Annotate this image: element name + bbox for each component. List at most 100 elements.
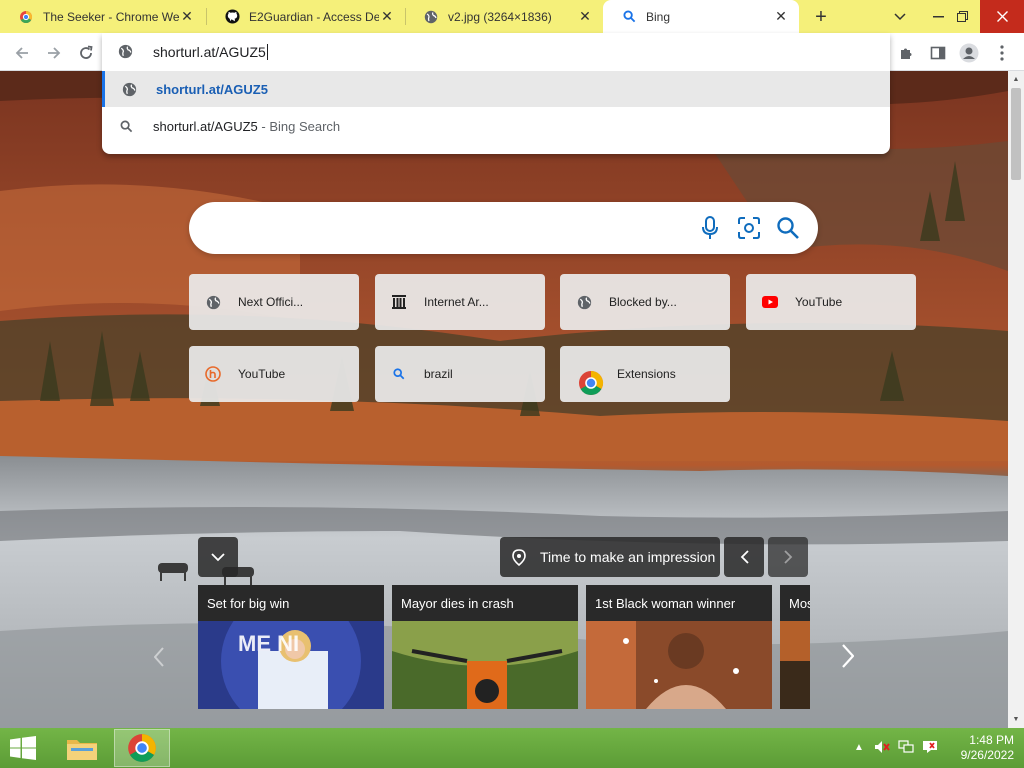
forward-icon[interactable]: [40, 39, 68, 67]
tab-close-icon[interactable]: ✕: [577, 8, 593, 25]
new-tab-button[interactable]: +: [808, 4, 834, 30]
youtube-icon: [762, 294, 778, 310]
windows-taskbar: ▲ 1:48 PM 9/26/2022: [0, 728, 1024, 768]
quick-link-label: YouTube: [795, 295, 843, 309]
location-pin-icon: [512, 549, 526, 569]
quick-link-label: Blocked by...: [609, 295, 677, 309]
search-icon: [621, 9, 637, 25]
quick-link-label: brazil: [424, 367, 453, 381]
restore-icon[interactable]: [940, 0, 984, 33]
news-headline: Mayor dies in crash: [392, 585, 578, 621]
clock-date: 9/26/2022: [960, 748, 1014, 762]
omnibox-suggestion-search[interactable]: shorturl.at/AGUZ5 - Bing Search: [102, 108, 890, 144]
news-card[interactable]: Mayor dies in crash: [392, 585, 578, 709]
network-icon[interactable]: [897, 738, 915, 756]
scroll-down-arrow-icon[interactable]: ▼: [1008, 711, 1024, 727]
tab-title: E2Guardian - Access Den: [249, 9, 379, 24]
windows-start-icon[interactable]: [8, 736, 38, 760]
tab-close-icon[interactable]: ✕: [179, 8, 195, 25]
tab-title: v2.jpg (3264×1836): [448, 9, 552, 24]
tab-close-icon[interactable]: ✕: [379, 8, 395, 25]
news-card[interactable]: 1st Black woman winner: [586, 585, 772, 709]
close-window-icon[interactable]: [980, 0, 1024, 33]
hulu-icon: [205, 366, 221, 382]
chevron-left-icon: [740, 550, 749, 564]
tab-title: The Seeker - Chrome We: [43, 9, 179, 24]
news-card[interactable]: Mos: [780, 585, 810, 709]
extensions-puzzle-icon[interactable]: [892, 39, 920, 67]
news-thumbnail: ME NI: [198, 591, 384, 709]
news-headline: Mos: [780, 585, 810, 621]
side-panel-icon[interactable]: [924, 39, 952, 67]
quick-link-label: Next Offici...: [238, 295, 304, 309]
collapse-feed-button[interactable]: [198, 537, 238, 577]
quick-link-label: YouTube: [238, 367, 286, 381]
omnibox-suggestion-url[interactable]: shorturl.at/AGUZ5: [102, 71, 890, 107]
omnibox-input[interactable]: shorturl.at/AGUZ5: [102, 33, 890, 71]
action-center-icon[interactable]: [921, 738, 939, 756]
news-next-chevron-icon[interactable]: [834, 640, 862, 672]
tab-bing[interactable]: Bing ✕: [603, 0, 799, 33]
search-icon: [391, 366, 407, 382]
chrome-webstore-icon: [18, 9, 34, 25]
image-info-button[interactable]: Time to make an impression: [500, 537, 720, 577]
globe-icon: [205, 294, 221, 310]
omnibox-dropdown: shorturl.at/AGUZ5 shorturl.at/AGUZ5 shor…: [102, 33, 890, 154]
quick-link-label: Internet Ar...: [424, 295, 489, 309]
quick-link-label: Extensions: [617, 367, 676, 381]
search-icon[interactable]: [774, 214, 802, 242]
menu-dots-icon[interactable]: [988, 39, 1016, 67]
chrome-icon: [578, 370, 604, 396]
news-headline: 1st Black woman winner: [586, 585, 772, 621]
reload-icon[interactable]: [72, 39, 100, 67]
news-previous-chevron-icon[interactable]: [148, 642, 170, 672]
quick-link-youtube-2[interactable]: YouTube: [189, 346, 359, 402]
tab-strip: The Seeker - Chrome We ✕ E2Guardian - Ac…: [0, 0, 1024, 33]
quick-link-blocked-by[interactable]: Blocked by...: [560, 274, 730, 330]
globe-icon: [121, 81, 137, 97]
quick-link-brazil[interactable]: brazil: [375, 346, 545, 402]
svg-text:ME NI: ME NI: [238, 631, 299, 656]
tab-close-icon[interactable]: ✕: [773, 8, 789, 25]
suggestion-label: shorturl.at/AGUZ5: [153, 119, 258, 134]
quick-link-youtube[interactable]: YouTube: [746, 274, 916, 330]
news-card[interactable]: Set for big win ME NI: [198, 585, 384, 709]
tab-v2-jpg[interactable]: v2.jpg (3264×1836) ✕: [405, 0, 603, 33]
news-thumbnail: [392, 621, 578, 709]
volume-muted-icon[interactable]: [873, 738, 891, 756]
github-icon: [224, 9, 240, 25]
news-thumbnail: [586, 621, 772, 709]
chevron-right-icon: [783, 550, 792, 564]
visual-search-icon[interactable]: [735, 214, 763, 242]
omnibox-text: shorturl.at/AGUZ5: [153, 44, 266, 60]
quick-link-internet-archive[interactable]: Internet Ar...: [375, 274, 545, 330]
clock-time: 1:48 PM: [969, 733, 1014, 747]
quick-link-extensions[interactable]: Extensions: [560, 346, 730, 402]
tray-overflow-chevron-icon[interactable]: ▲: [850, 738, 868, 756]
globe-icon: [118, 44, 133, 62]
file-explorer-icon[interactable]: [54, 729, 110, 767]
globe-icon: [576, 294, 592, 310]
archive-icon: [391, 294, 407, 310]
system-clock[interactable]: 1:48 PM 9/26/2022: [944, 733, 1014, 763]
quick-link-next-official[interactable]: Next Offici...: [189, 274, 359, 330]
image-info-label: Time to make an impression: [540, 549, 716, 565]
tab-title: Bing: [646, 9, 671, 24]
scrollbar-thumb[interactable]: [1011, 88, 1021, 180]
tab-the-seeker[interactable]: The Seeker - Chrome We ✕: [0, 0, 205, 33]
news-thumbnail: [780, 621, 810, 709]
chrome-taskbar-icon[interactable]: [114, 729, 170, 767]
tab-e2guardian[interactable]: E2Guardian - Access Den ✕: [206, 0, 405, 33]
search-icon: [118, 118, 134, 134]
scroll-up-arrow-icon[interactable]: ▲: [1008, 71, 1024, 87]
news-headline: Set for big win: [198, 585, 384, 621]
back-icon[interactable]: [8, 39, 36, 67]
text-caret: [266, 44, 268, 60]
profile-avatar-icon[interactable]: [955, 39, 983, 67]
next-image-button[interactable]: [768, 537, 808, 577]
globe-icon: [423, 9, 439, 25]
bing-search-box[interactable]: [189, 202, 818, 254]
suggestion-description: - Bing Search: [257, 119, 341, 134]
microphone-icon[interactable]: [696, 214, 724, 242]
previous-image-button[interactable]: [724, 537, 764, 577]
